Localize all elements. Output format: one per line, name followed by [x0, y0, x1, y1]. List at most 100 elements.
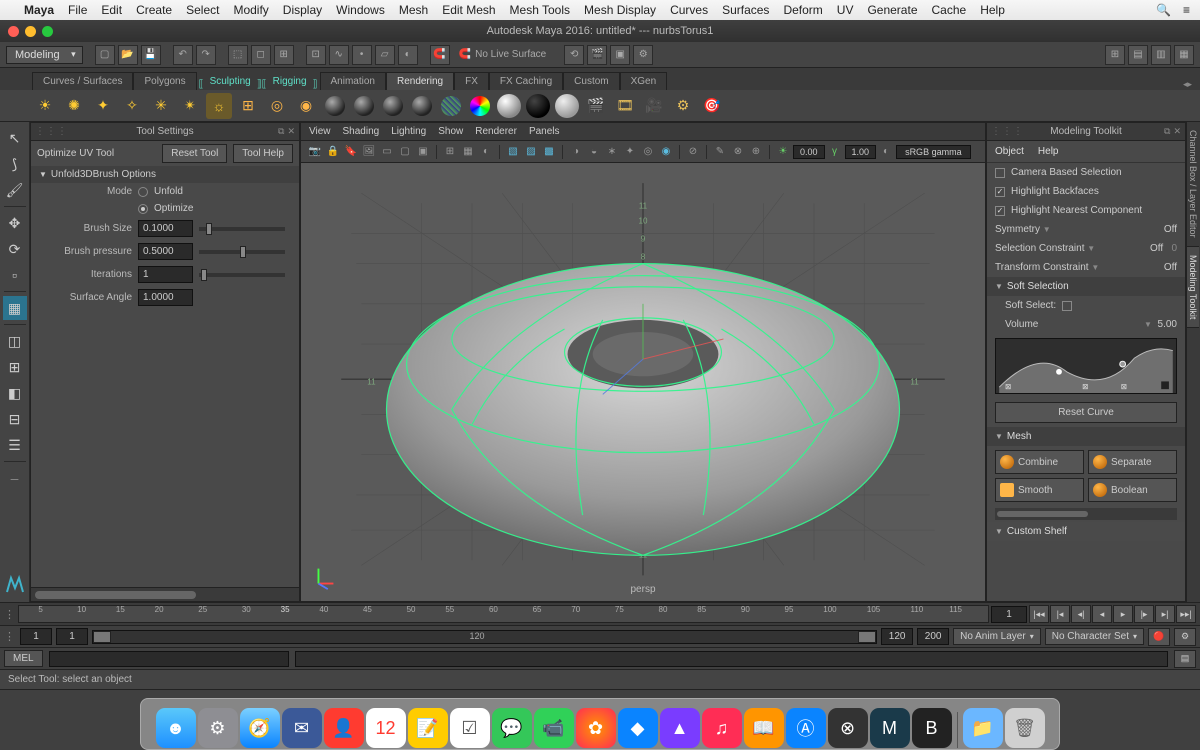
- itunes-icon[interactable]: ♫: [702, 708, 742, 748]
- boolean-button[interactable]: Boolean: [1088, 478, 1177, 502]
- app4-icon[interactable]: B: [912, 708, 952, 748]
- workspace-dropdown[interactable]: Modeling: [6, 46, 83, 64]
- menu-modify[interactable]: Modify: [233, 3, 268, 17]
- shelf-tab-custom[interactable]: Custom: [563, 72, 619, 90]
- channel-box-tab[interactable]: Channel Box / Layer Editor: [1187, 122, 1199, 247]
- vp-menu-view[interactable]: View: [309, 126, 331, 137]
- single-pane-layout-icon[interactable]: ◫: [3, 329, 27, 353]
- ambient-light-icon[interactable]: ✳: [148, 93, 174, 119]
- menu-editmesh[interactable]: Edit Mesh: [442, 3, 495, 17]
- render-grid-icon[interactable]: ⊞: [235, 93, 261, 119]
- range-drag-icon[interactable]: ⋮: [4, 630, 16, 643]
- four-pane-layout-icon[interactable]: ⊞: [3, 355, 27, 379]
- undock-toolkit-icon[interactable]: ⧉: [1164, 126, 1170, 137]
- photos-icon[interactable]: ✿: [576, 708, 616, 748]
- ibooks-icon[interactable]: 📖: [744, 708, 784, 748]
- smooth-button[interactable]: Smooth: [995, 478, 1084, 502]
- iterations-slider[interactable]: [199, 273, 285, 277]
- menu-windows[interactable]: Windows: [336, 3, 385, 17]
- time-slider-track[interactable]: 5 10 15 20 25 30 35 40 45 50 55 60 65 70…: [18, 605, 989, 623]
- play-forward-button[interactable]: ▸: [1113, 605, 1133, 623]
- timeline-drag-icon[interactable]: ⋮: [4, 608, 16, 621]
- app-name[interactable]: Maya: [24, 3, 54, 17]
- vp-menu-renderer[interactable]: Renderer: [475, 126, 517, 137]
- combine-button[interactable]: Combine: [995, 450, 1084, 474]
- maya-dock-icon[interactable]: M: [870, 708, 910, 748]
- mode-unfold-radio[interactable]: [138, 187, 148, 197]
- dof-icon[interactable]: ◎: [640, 144, 656, 160]
- panel-layout-icon[interactable]: ⊞: [1105, 45, 1125, 65]
- shelf-tab-sculpting[interactable]: Sculpting: [206, 73, 255, 90]
- surface-shader-icon[interactable]: [496, 93, 522, 119]
- ssao-icon[interactable]: ◒: [586, 144, 602, 160]
- tool-settings-scrollbar[interactable]: [31, 587, 299, 601]
- two-pane-layout-icon[interactable]: ◧: [3, 381, 27, 405]
- appstore-icon[interactable]: Ⓐ: [786, 708, 826, 748]
- selection-constraint-row[interactable]: Selection Constraint ▼ Off 0: [987, 239, 1185, 258]
- step-back-key-button[interactable]: |◂: [1050, 605, 1070, 623]
- step-back-button[interactable]: ◂|: [1071, 605, 1091, 623]
- app1-icon[interactable]: ◆: [618, 708, 658, 748]
- menu-help[interactable]: Help: [980, 3, 1005, 17]
- snap-plane-icon[interactable]: ▱: [375, 45, 395, 65]
- snap-curve-icon[interactable]: ∿: [329, 45, 349, 65]
- select-by-object-icon[interactable]: ◻: [251, 45, 271, 65]
- shelf-tab-fxcaching[interactable]: FX Caching: [489, 72, 563, 90]
- vp-menu-lighting[interactable]: Lighting: [391, 126, 426, 137]
- menu-display[interactable]: Display: [283, 3, 322, 17]
- menu-mesh[interactable]: Mesh: [399, 3, 428, 17]
- tool-help-button[interactable]: Tool Help: [233, 144, 293, 163]
- tool-settings-header[interactable]: ⋮⋮⋮ Tool Settings ⧉✕: [31, 123, 299, 141]
- command-input[interactable]: [49, 651, 289, 667]
- reset-tool-button[interactable]: Reset Tool: [162, 144, 227, 163]
- auto-key-button[interactable]: 🔴: [1148, 628, 1170, 646]
- separate-button[interactable]: Separate: [1088, 450, 1177, 474]
- exposure-icon[interactable]: ☀: [775, 144, 791, 160]
- downloads-icon[interactable]: 📁: [963, 708, 1003, 748]
- motion-blur-icon[interactable]: ∗: [604, 144, 620, 160]
- volume-light-icon[interactable]: ✴: [177, 93, 203, 119]
- close-toolkit-icon[interactable]: ✕: [1173, 126, 1181, 137]
- character-set-dropdown[interactable]: No Character Set: [1045, 628, 1144, 645]
- mail-icon[interactable]: ✉: [282, 708, 322, 748]
- rotate-tool-icon[interactable]: ⟳: [3, 237, 27, 261]
- menu-generate[interactable]: Generate: [867, 3, 917, 17]
- snap-grid-icon[interactable]: ⊡: [306, 45, 326, 65]
- collapse-toolbox-icon[interactable]: –: [3, 466, 27, 490]
- step-forward-button[interactable]: |▸: [1134, 605, 1154, 623]
- menu-curves[interactable]: Curves: [670, 3, 708, 17]
- trash-icon[interactable]: 🗑: [1005, 708, 1045, 748]
- brush-pressure-slider[interactable]: [199, 250, 285, 254]
- soft-selection-section[interactable]: Soft Selection: [987, 277, 1185, 296]
- anti-alias-icon[interactable]: ✦: [622, 144, 638, 160]
- spotlight-icon[interactable]: 🔍: [1156, 3, 1171, 17]
- anim-start-field[interactable]: 1: [20, 628, 52, 645]
- menu-uv[interactable]: UV: [837, 3, 854, 17]
- menu-surfaces[interactable]: Surfaces: [722, 3, 769, 17]
- shelf-tab-rigging[interactable]: Rigging: [269, 73, 311, 90]
- range-end-field[interactable]: 120: [881, 628, 913, 645]
- xray-joints-icon[interactable]: ⊗: [730, 144, 746, 160]
- mesh-section[interactable]: Mesh: [987, 427, 1185, 446]
- shadows-icon[interactable]: ◑: [568, 144, 584, 160]
- attribute-editor-toggle-icon[interactable]: ▦: [1174, 45, 1194, 65]
- zoom-window-button[interactable]: [42, 26, 53, 37]
- play-back-button[interactable]: ◂: [1092, 605, 1112, 623]
- close-panel-icon[interactable]: ✕: [287, 126, 295, 137]
- outliner-layout-icon[interactable]: ☰: [3, 433, 27, 457]
- anim-prefs-button[interactable]: ⚙: [1174, 628, 1196, 646]
- spot-light-icon[interactable]: ✦: [90, 93, 116, 119]
- paint-select-tool-icon[interactable]: 🖌: [3, 178, 27, 202]
- directional-light-icon[interactable]: ☀: [32, 93, 58, 119]
- shelf-tab-fx[interactable]: FX: [454, 72, 489, 90]
- notes-icon[interactable]: 📝: [408, 708, 448, 748]
- soft-select-checkbox[interactable]: [1062, 301, 1072, 311]
- toolkit-header[interactable]: ⋮⋮⋮ Modeling Toolkit ⧉✕: [987, 123, 1185, 141]
- anim-layer-dropdown[interactable]: No Anim Layer: [953, 628, 1041, 645]
- range-slider-track[interactable]: 120: [92, 630, 877, 644]
- reminders-icon[interactable]: ☑: [450, 708, 490, 748]
- messages-icon[interactable]: 💬: [492, 708, 532, 748]
- xray-icon[interactable]: ◉: [658, 144, 674, 160]
- close-window-button[interactable]: [8, 26, 19, 37]
- tool-settings-toggle-icon[interactable]: ▥: [1151, 45, 1171, 65]
